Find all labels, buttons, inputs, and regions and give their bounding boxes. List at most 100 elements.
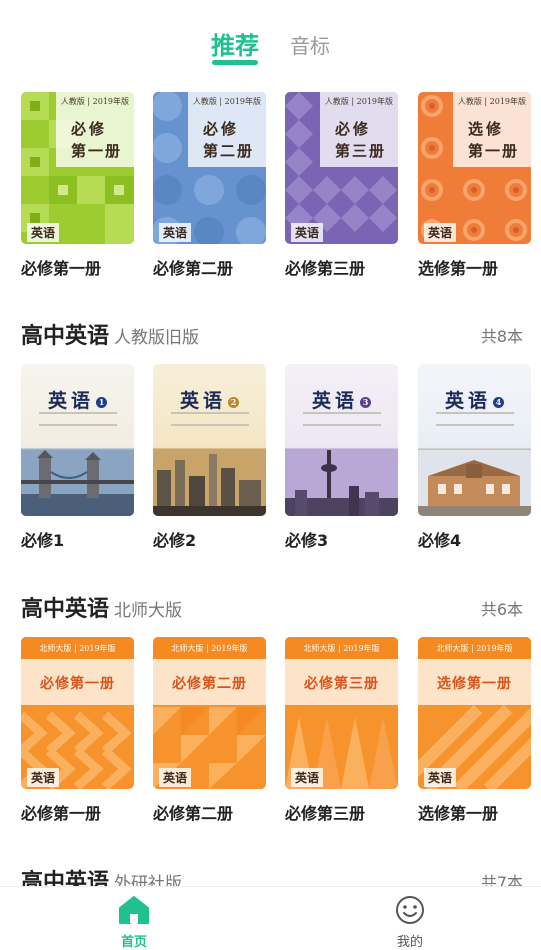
section-subtitle: 人教版旧版 [114,328,199,348]
cover-subject: 英语 [27,223,60,242]
cover-edition: 人教版 | 2019年版 [60,97,129,106]
cover-edition: 北师大版 | 2019年版 [171,644,248,653]
section-header[interactable]: 高中英语 北师大版 共6本 [21,591,523,622]
cover-volume: 必修第三册 [304,676,379,692]
book-cover[interactable]: 人教版 | 2019年版 必修 第二册 英语 [153,92,266,244]
tab-phonetics[interactable]: 音标 [290,30,330,59]
cover-subtitle-lines [303,412,381,426]
cover-subject: 英语 [291,223,324,242]
cover-title: 英语 4 [418,386,531,413]
cover-subject: 英语 [159,768,192,787]
book-card[interactable]: 人教版 | 2019年版 必修 第一册 英语 必修第一册 [21,92,134,278]
section-count[interactable]: 共6本 [481,596,523,620]
cover-edition: 人教版 | 2019年版 [457,97,526,106]
section-count[interactable]: 共8本 [481,323,523,347]
cover-volume-line2: 第一册 [71,142,123,160]
cover-volume-line2: 第二册 [203,142,255,160]
cover-subject: 英语 [159,223,192,242]
book-cover[interactable]: 英语 2 [153,364,266,516]
book-cover[interactable]: 北师大版 | 2019年版 必修第三册 英语 [285,637,398,789]
book-cover[interactable]: 人教版 | 2019年版 必修 第三册 英语 [285,92,398,244]
cover-volume-number: 2 [228,396,239,408]
cover-subject: 英语 [291,768,324,787]
cover-subject: 英语 [27,768,60,787]
cover-edition: 北师大版 | 2019年版 [39,644,116,653]
book-title[interactable]: 必修第二册 [153,800,233,824]
cover-volume-line1: 必修 [335,120,372,138]
book-card[interactable]: 人教版 | 2019年版 必修 第二册 英语 必修第二册 [153,92,266,278]
cover-edition: 北师大版 | 2019年版 [436,644,513,653]
cover-title: 英语 2 [153,386,266,413]
book-title[interactable]: 必修第一册 [21,255,101,279]
section-header[interactable]: 高中英语 人教版旧版 共8本 [21,318,523,349]
cover-title-text: 英语 [179,390,226,412]
tab-recommend[interactable]: 推荐 [211,26,259,61]
book-card[interactable]: 北师大版 | 2019年版 必修第三册 英语 必修第三册 [285,637,398,823]
cover-title: 英语 1 [21,386,134,413]
book-title[interactable]: 选修第一册 [418,800,498,824]
section-subtitle: 北师大版 [114,601,182,621]
cover-title: 英语 3 [285,386,398,413]
cover-volume-number: 4 [493,396,504,408]
book-card[interactable]: 人教版 | 2019年版 选修 第一册 英语 选修第一册 [418,92,531,278]
cover-volume-number: 1 [96,396,107,408]
book-card[interactable]: 北师大版 | 2019年版 选修第一册 英语 选修第一册 [418,637,531,823]
book-title[interactable]: 必修第一册 [21,800,101,824]
cover-title-text: 英语 [47,390,94,412]
book-card[interactable]: 英语 2 必修2 [153,364,266,550]
cover-volume: 必修第二册 [172,676,247,692]
book-title[interactable]: 选修第一册 [418,255,498,279]
book-cover[interactable]: 英语 4 [418,364,531,516]
cover-subtitle-lines [436,412,514,426]
cover-edition: 人教版 | 2019年版 [192,97,261,106]
nav-me-label: 我的 [396,935,423,950]
cover-volume-line1: 选修 [468,120,505,138]
book-cover[interactable]: 北师大版 | 2019年版 选修第一册 英语 [418,637,531,789]
book-card[interactable]: 英语 3 必修3 [285,364,398,550]
cover-edition: 北师大版 | 2019年版 [303,644,380,653]
book-cover[interactable]: 英语 3 [285,364,398,516]
cover-volume-line2: 第一册 [468,142,520,160]
cover-volume-number: 3 [360,396,371,408]
cover-tower-scene [285,450,398,516]
nav-me[interactable]: 我的 [380,895,440,950]
book-title[interactable]: 必修第二册 [153,255,233,279]
cover-volume: 选修第一册 [437,676,512,692]
book-card[interactable]: 人教版 | 2019年版 必修 第三册 英语 必修第三册 [285,92,398,278]
section-title: 高中英语 [21,597,110,622]
book-card[interactable]: 英语 1 必修1 [21,364,134,550]
cover-subtitle-lines [171,412,249,426]
cover-volume-line1: 必修 [71,120,108,138]
cover-volume-line1: 必修 [203,120,240,138]
book-card[interactable]: 北师大版 | 2019年版 必修第二册 英语 必修第二册 [153,637,266,823]
nav-home-label: 首页 [120,935,147,950]
cover-volume-line2: 第三册 [335,142,387,160]
active-tab-indicator [212,60,258,65]
book-cover[interactable]: 北师大版 | 2019年版 必修第二册 英语 [153,637,266,789]
cover-building-scene [418,450,531,516]
book-cover[interactable]: 北师大版 | 2019年版 必修第一册 英语 [21,637,134,789]
smiley-icon [396,896,424,924]
book-cover[interactable]: 人教版 | 2019年版 选修 第一册 英语 [418,92,531,244]
cover-edition: 人教版 | 2019年版 [324,97,393,106]
cover-title-text: 英语 [311,390,358,412]
book-title[interactable]: 必修2 [153,527,196,551]
nav-home[interactable]: 首页 [104,895,164,950]
book-title[interactable]: 必修1 [21,527,64,551]
cover-subtitle-lines [39,412,117,426]
book-card[interactable]: 北师大版 | 2019年版 必修第一册 英语 必修第一册 [21,637,134,823]
book-cover[interactable]: 人教版 | 2019年版 必修 第一册 英语 [21,92,134,244]
home-icon [119,896,149,924]
book-title[interactable]: 必修3 [285,527,328,551]
section-title: 高中英语 [21,324,110,349]
cover-volume: 必修第一册 [40,676,115,692]
cover-title-text: 英语 [444,390,491,412]
cover-city-scene [153,450,266,516]
bottom-nav-bar: 首页 我的 [0,886,541,950]
book-title[interactable]: 必修4 [418,527,461,551]
book-cover[interactable]: 英语 1 [21,364,134,516]
cover-subject: 英语 [424,768,457,787]
book-title[interactable]: 必修第三册 [285,255,365,279]
book-card[interactable]: 英语 4 必修4 [418,364,531,550]
book-title[interactable]: 必修第三册 [285,800,365,824]
